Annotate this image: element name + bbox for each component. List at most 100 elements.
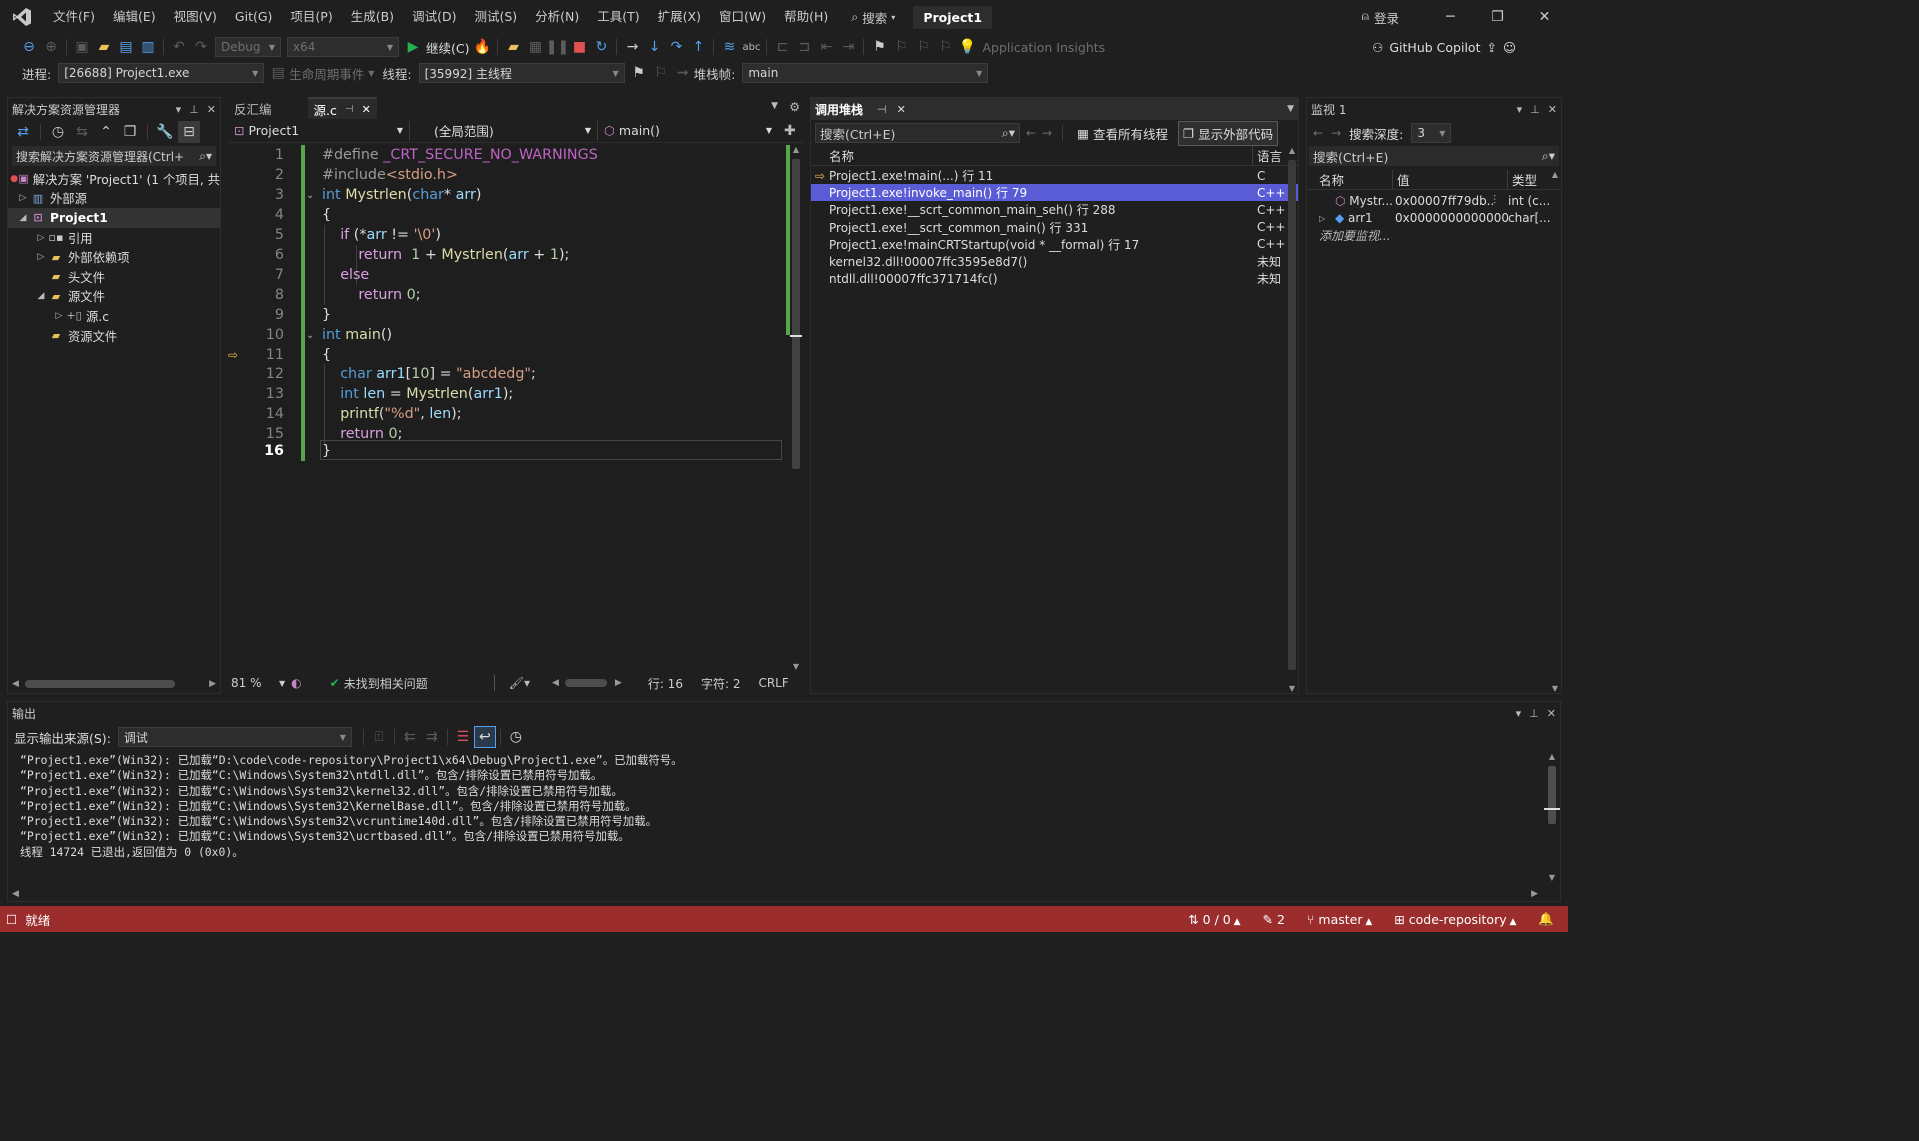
- scroll-right-icon[interactable]: ▶: [1531, 889, 1538, 899]
- tree-item-source-files[interactable]: ◢ ▰ 源文件: [8, 287, 220, 307]
- notifications-bell-icon[interactable]: 🔔: [1538, 911, 1554, 927]
- sync-status[interactable]: ⇅ 0 / 0 ▲: [1188, 912, 1240, 927]
- search-previous-icon[interactable]: ←: [1026, 126, 1036, 140]
- add-watch-item[interactable]: 添加要监视...: [1307, 227, 1561, 245]
- column-header-language[interactable]: 语言: [1253, 146, 1282, 165]
- show-next-statement-icon[interactable]: →: [621, 36, 643, 58]
- new-project-icon[interactable]: ▣: [71, 36, 93, 58]
- flag-thread-icon[interactable]: ⚑: [628, 62, 650, 84]
- menu-project[interactable]: 项目(P): [281, 0, 341, 34]
- window-menu-icon[interactable]: ▾: [1516, 707, 1522, 720]
- outdent-icon[interactable]: ⇤: [815, 36, 837, 58]
- close-icon[interactable]: ✕: [362, 103, 371, 116]
- pending-changes-status[interactable]: ✎ 2: [1263, 912, 1285, 927]
- scrollbar-thumb[interactable]: [1288, 160, 1296, 670]
- scroll-up-icon[interactable]: ▲: [1286, 146, 1298, 155]
- lifecycle-events-icon[interactable]: ▤: [267, 62, 289, 84]
- code-cleanup-brush-icon[interactable]: 🖌▾: [509, 676, 530, 690]
- preview-selected-icon[interactable]: ⊟: [178, 121, 200, 143]
- tab-source-c[interactable]: 源.c ⊣ ✕: [307, 97, 377, 119]
- close-icon[interactable]: ✕: [1548, 103, 1557, 116]
- fold-toggle-icon[interactable]: ⌄: [306, 190, 318, 201]
- solution-search-input[interactable]: 搜索解决方案资源管理器(Ctrl+ ⌕▾: [12, 146, 216, 166]
- feedback-icon[interactable]: ☺: [1503, 40, 1516, 55]
- output-source-select[interactable]: 调试 ▼: [117, 727, 352, 747]
- column-header-name[interactable]: 名称: [1307, 170, 1393, 189]
- zoom-level[interactable]: 81 %: [231, 676, 279, 690]
- function-nav-select[interactable]: ⬡ main() ▼: [598, 121, 778, 141]
- view-all-threads-button[interactable]: ▦ 查看所有线程: [1073, 122, 1172, 145]
- horizontal-scrollbar-thumb[interactable]: [564, 679, 607, 687]
- menu-git[interactable]: Git(G): [226, 0, 282, 34]
- scroll-right-icon[interactable]: ▶: [209, 679, 216, 689]
- repository-status[interactable]: ⊞ code-repository ▲: [1394, 912, 1516, 927]
- search-next-icon[interactable]: →: [1331, 126, 1341, 140]
- tree-item-external-deps[interactable]: ▷ ▰ 外部依赖项: [8, 247, 220, 267]
- tree-item-header-files[interactable]: ▰ 头文件: [8, 267, 220, 287]
- tree-item-references[interactable]: ▷ ▫▪ 引用: [8, 228, 220, 248]
- clear-all-icon[interactable]: ☰: [452, 726, 474, 748]
- show-only-flagged-icon[interactable]: ⇝: [672, 62, 694, 84]
- scroll-right-icon[interactable]: ▶: [615, 678, 622, 688]
- menu-edit[interactable]: 编辑(E): [104, 0, 165, 34]
- gear-icon[interactable]: ⚙: [789, 100, 800, 114]
- layout-icon[interactable]: ▦: [524, 36, 546, 58]
- collapse-all-icon[interactable]: ⌃: [95, 121, 117, 143]
- tree-item-project[interactable]: ◢ ⊡ Project1: [8, 208, 220, 228]
- pin-icon[interactable]: ⊣: [877, 103, 887, 116]
- show-external-code-button[interactable]: ❐ 显示外部代码: [1177, 120, 1279, 146]
- pin-icon[interactable]: ⊣: [345, 104, 354, 115]
- show-all-files-icon[interactable]: ❐: [119, 121, 141, 143]
- timestamp-clock-icon[interactable]: ◷: [505, 726, 527, 748]
- stack-frame-row[interactable]: Project1.exe!mainCRTStartup(void * __for…: [811, 236, 1298, 253]
- tab-disassembly[interactable]: 反汇编: [228, 97, 278, 119]
- redo-icon[interactable]: ↷: [190, 36, 212, 58]
- navigate-back-icon[interactable]: ⊖: [18, 36, 40, 58]
- line-indicator[interactable]: 行: 16: [648, 675, 683, 692]
- menu-file[interactable]: 文件(F): [44, 0, 104, 34]
- undo-icon[interactable]: ↶: [168, 36, 190, 58]
- output-horizontal-scrollbar[interactable]: ◀ ▶: [12, 889, 1538, 899]
- clear-bookmarks-icon[interactable]: ⚐: [934, 36, 956, 58]
- code-area[interactable]: ▲ ▼ 1 #define _CRT_SECURE_NO_WARNINGS 2 #i…: [228, 145, 802, 671]
- split-editor-icon[interactable]: ✚: [784, 123, 796, 139]
- hot-reload-icon[interactable]: 🔥: [471, 36, 493, 58]
- uncomment-icon[interactable]: ⊐: [793, 36, 815, 58]
- menu-tools[interactable]: 工具(T): [588, 0, 648, 34]
- process-select[interactable]: [26688] Project1.exe ▼: [58, 63, 265, 83]
- menu-help[interactable]: 帮助(H): [775, 0, 837, 34]
- spell-check-icon[interactable]: abc: [740, 36, 762, 58]
- step-over-icon[interactable]: ↷: [665, 36, 687, 58]
- output-text[interactable]: “Project1.exe”(Win32): 已加载“D:\code\code-…: [8, 750, 1560, 859]
- chevron-right-icon[interactable]: ▷: [1307, 214, 1325, 223]
- menu-test[interactable]: 测试(S): [465, 0, 526, 34]
- tree-item-solution[interactable]: ● ▣ 解决方案 'Project1' (1 个项目, 共: [8, 169, 220, 189]
- menu-build[interactable]: 生成(B): [342, 0, 403, 34]
- scroll-up-icon[interactable]: ▲: [1549, 170, 1561, 179]
- application-insights-button[interactable]: Application Insights: [982, 40, 1105, 55]
- step-into-icon[interactable]: ↓: [643, 36, 665, 58]
- find-message-icon[interactable]: ⍐: [368, 726, 390, 748]
- issues-status[interactable]: 未找到相关问题: [344, 675, 428, 692]
- stack-frame-row[interactable]: kernel32.dll!00007ffc3595e8d7() 未知: [811, 253, 1298, 270]
- watch-row[interactable]: ▷ ◆ arr1 0x0000000000000... char[...: [1307, 210, 1561, 228]
- properties-wrench-icon[interactable]: 🔧: [154, 121, 176, 143]
- open-folder-icon[interactable]: ▰: [93, 36, 115, 58]
- menu-view[interactable]: 视图(V): [165, 0, 226, 34]
- scroll-down-icon[interactable]: ▼: [1286, 684, 1298, 693]
- pending-changes-icon[interactable]: ◷: [47, 121, 69, 143]
- scrollbar-thumb[interactable]: [24, 680, 175, 688]
- restore-button[interactable]: ❐: [1474, 9, 1521, 25]
- scroll-left-icon[interactable]: ◀: [12, 889, 19, 899]
- search-previous-icon[interactable]: ←: [1313, 126, 1323, 140]
- close-icon[interactable]: ✕: [897, 103, 906, 116]
- stack-frame-row[interactable]: Project1.exe!invoke_main() 行 79 C++: [811, 184, 1298, 202]
- call-stack-search-input[interactable]: 搜索(Ctrl+E) ⌕▾: [815, 123, 1020, 143]
- sign-in-button[interactable]: ⍝ 登录: [1361, 8, 1399, 27]
- restart-icon[interactable]: ↻: [590, 36, 612, 58]
- continue-play-icon[interactable]: ▶: [402, 36, 424, 58]
- fold-toggle-icon[interactable]: ⌄: [306, 330, 318, 341]
- lifecycle-events-button[interactable]: 生命周期事件: [289, 64, 364, 83]
- scroll-down-icon[interactable]: ▼: [1546, 873, 1558, 882]
- hex-display-icon[interactable]: ≋: [718, 36, 740, 58]
